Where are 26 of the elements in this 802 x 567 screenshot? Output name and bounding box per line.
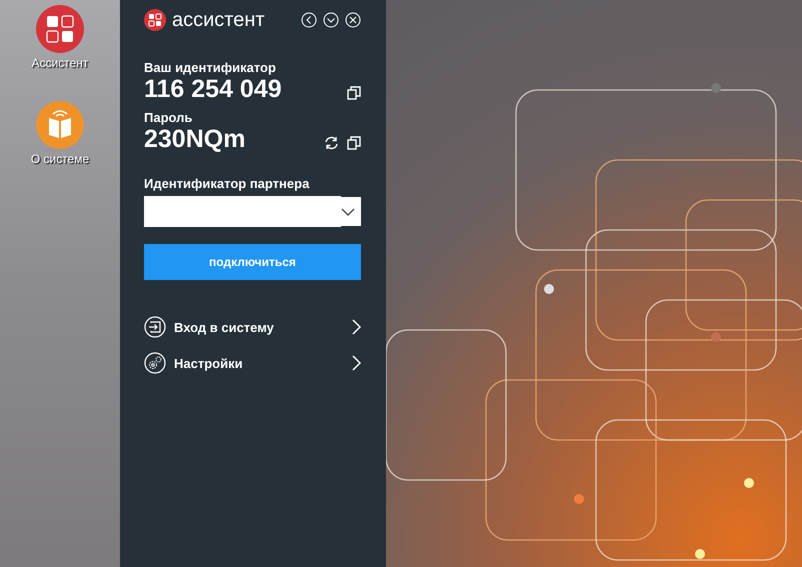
book-icon[interactable] bbox=[35, 100, 85, 150]
partner-id-label: Идентификатор партнера bbox=[144, 176, 310, 191]
gears-icon[interactable] bbox=[144, 352, 166, 374]
copy-icon[interactable] bbox=[347, 86, 361, 100]
desktop-icon-label[interactable]: О системе bbox=[30, 152, 90, 166]
login-icon[interactable] bbox=[144, 316, 166, 338]
close-icon[interactable] bbox=[345, 12, 361, 28]
app-logo-icon bbox=[144, 9, 166, 31]
partner-id-field[interactable] bbox=[144, 197, 361, 226]
id-value: 116 254 049 bbox=[144, 75, 283, 104]
password-label: Пароль bbox=[144, 110, 194, 125]
id-label: Ваш идентификатор bbox=[144, 60, 277, 75]
window-title: ассистент bbox=[172, 8, 266, 32]
minimize-icon[interactable] bbox=[323, 12, 339, 28]
menu-item[interactable]: Настройки bbox=[174, 356, 344, 370]
app-grid-icon[interactable] bbox=[35, 4, 85, 54]
copy-icon[interactable] bbox=[347, 136, 361, 150]
password-value: 230NQm bbox=[144, 125, 246, 154]
connect-button[interactable]: подключиться bbox=[144, 244, 361, 280]
back-icon[interactable] bbox=[301, 12, 317, 28]
chevron-down-icon[interactable] bbox=[341, 208, 355, 216]
chevron-right-icon[interactable] bbox=[352, 355, 361, 371]
menu-item[interactable]: Вход в систему bbox=[174, 320, 344, 334]
refresh-icon[interactable] bbox=[324, 136, 339, 150]
desktop-icon-label[interactable]: Ассистент bbox=[32, 56, 88, 70]
chevron-right-icon[interactable] bbox=[352, 319, 361, 335]
